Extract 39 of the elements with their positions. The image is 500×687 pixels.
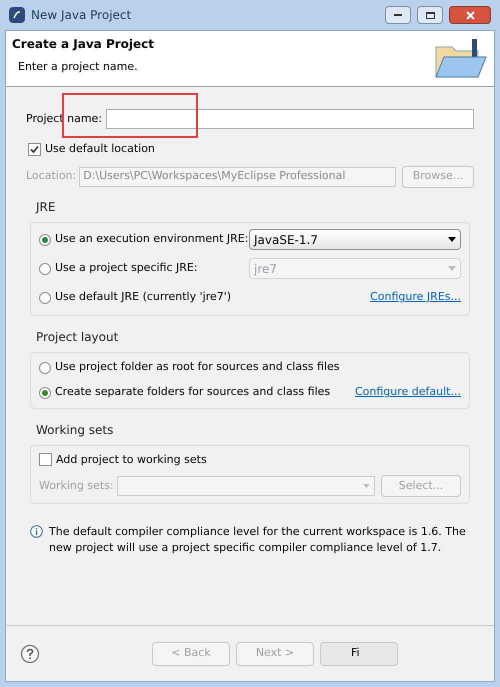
check-icon bbox=[30, 144, 39, 154]
field-label: Working sets: bbox=[39, 478, 114, 494]
radio-label: Use an execution environment JRE: bbox=[55, 231, 245, 248]
page-subtitle: Enter a project name. bbox=[18, 59, 139, 75]
radio-button[interactable] bbox=[39, 386, 51, 398]
radio-label: Use project folder as root for sources and class files bbox=[55, 359, 341, 376]
link[interactable]: Configure JREs... bbox=[370, 289, 461, 306]
radio-label: Use a project specific JRE: bbox=[55, 260, 199, 276]
link[interactable]: Configure default... bbox=[354, 384, 461, 401]
close-icon bbox=[466, 10, 474, 20]
caret-icon bbox=[363, 484, 370, 488]
page-title: Create a Java Project bbox=[12, 36, 156, 53]
radio-button[interactable] bbox=[39, 362, 51, 374]
jre-dropdown[interactable]: JavaSE-1.7 bbox=[249, 229, 461, 250]
info-icon bbox=[30, 525, 43, 538]
field-label: Project name: bbox=[26, 110, 102, 127]
radio-label: Use default JRE (currently 'jre7') bbox=[55, 289, 232, 306]
radio-button[interactable] bbox=[39, 234, 51, 246]
radio-button[interactable] bbox=[39, 262, 51, 274]
app-icon bbox=[9, 7, 25, 23]
project-name-field[interactable] bbox=[106, 109, 474, 129]
caret-icon bbox=[448, 266, 456, 271]
group-title: Working sets bbox=[36, 422, 114, 438]
wizard-button[interactable]: Fi bbox=[320, 642, 398, 666]
maximize-button[interactable] bbox=[417, 6, 443, 24]
help-icon[interactable] bbox=[20, 644, 40, 664]
checkbox[interactable] bbox=[28, 142, 41, 156]
minimize-button[interactable] bbox=[385, 6, 411, 24]
radio-button[interactable] bbox=[39, 292, 51, 304]
info-message: The default compiler compliance level for the current workspace is 1.6. The new project will use a project specific compiler compliance level of 1.7. bbox=[49, 524, 467, 556]
window-title: New Java Project bbox=[31, 7, 132, 24]
field-label: Location: bbox=[26, 168, 76, 184]
radio-label: Create separate folders for sources and class files bbox=[55, 384, 332, 400]
checkbox-label: Add project to working sets bbox=[56, 452, 207, 468]
group-title: Project layout bbox=[36, 328, 120, 346]
caret-icon bbox=[448, 237, 456, 242]
close-button[interactable] bbox=[449, 6, 491, 24]
checkbox-label: Use default location bbox=[45, 141, 155, 157]
group-title: JRE bbox=[36, 198, 56, 216]
